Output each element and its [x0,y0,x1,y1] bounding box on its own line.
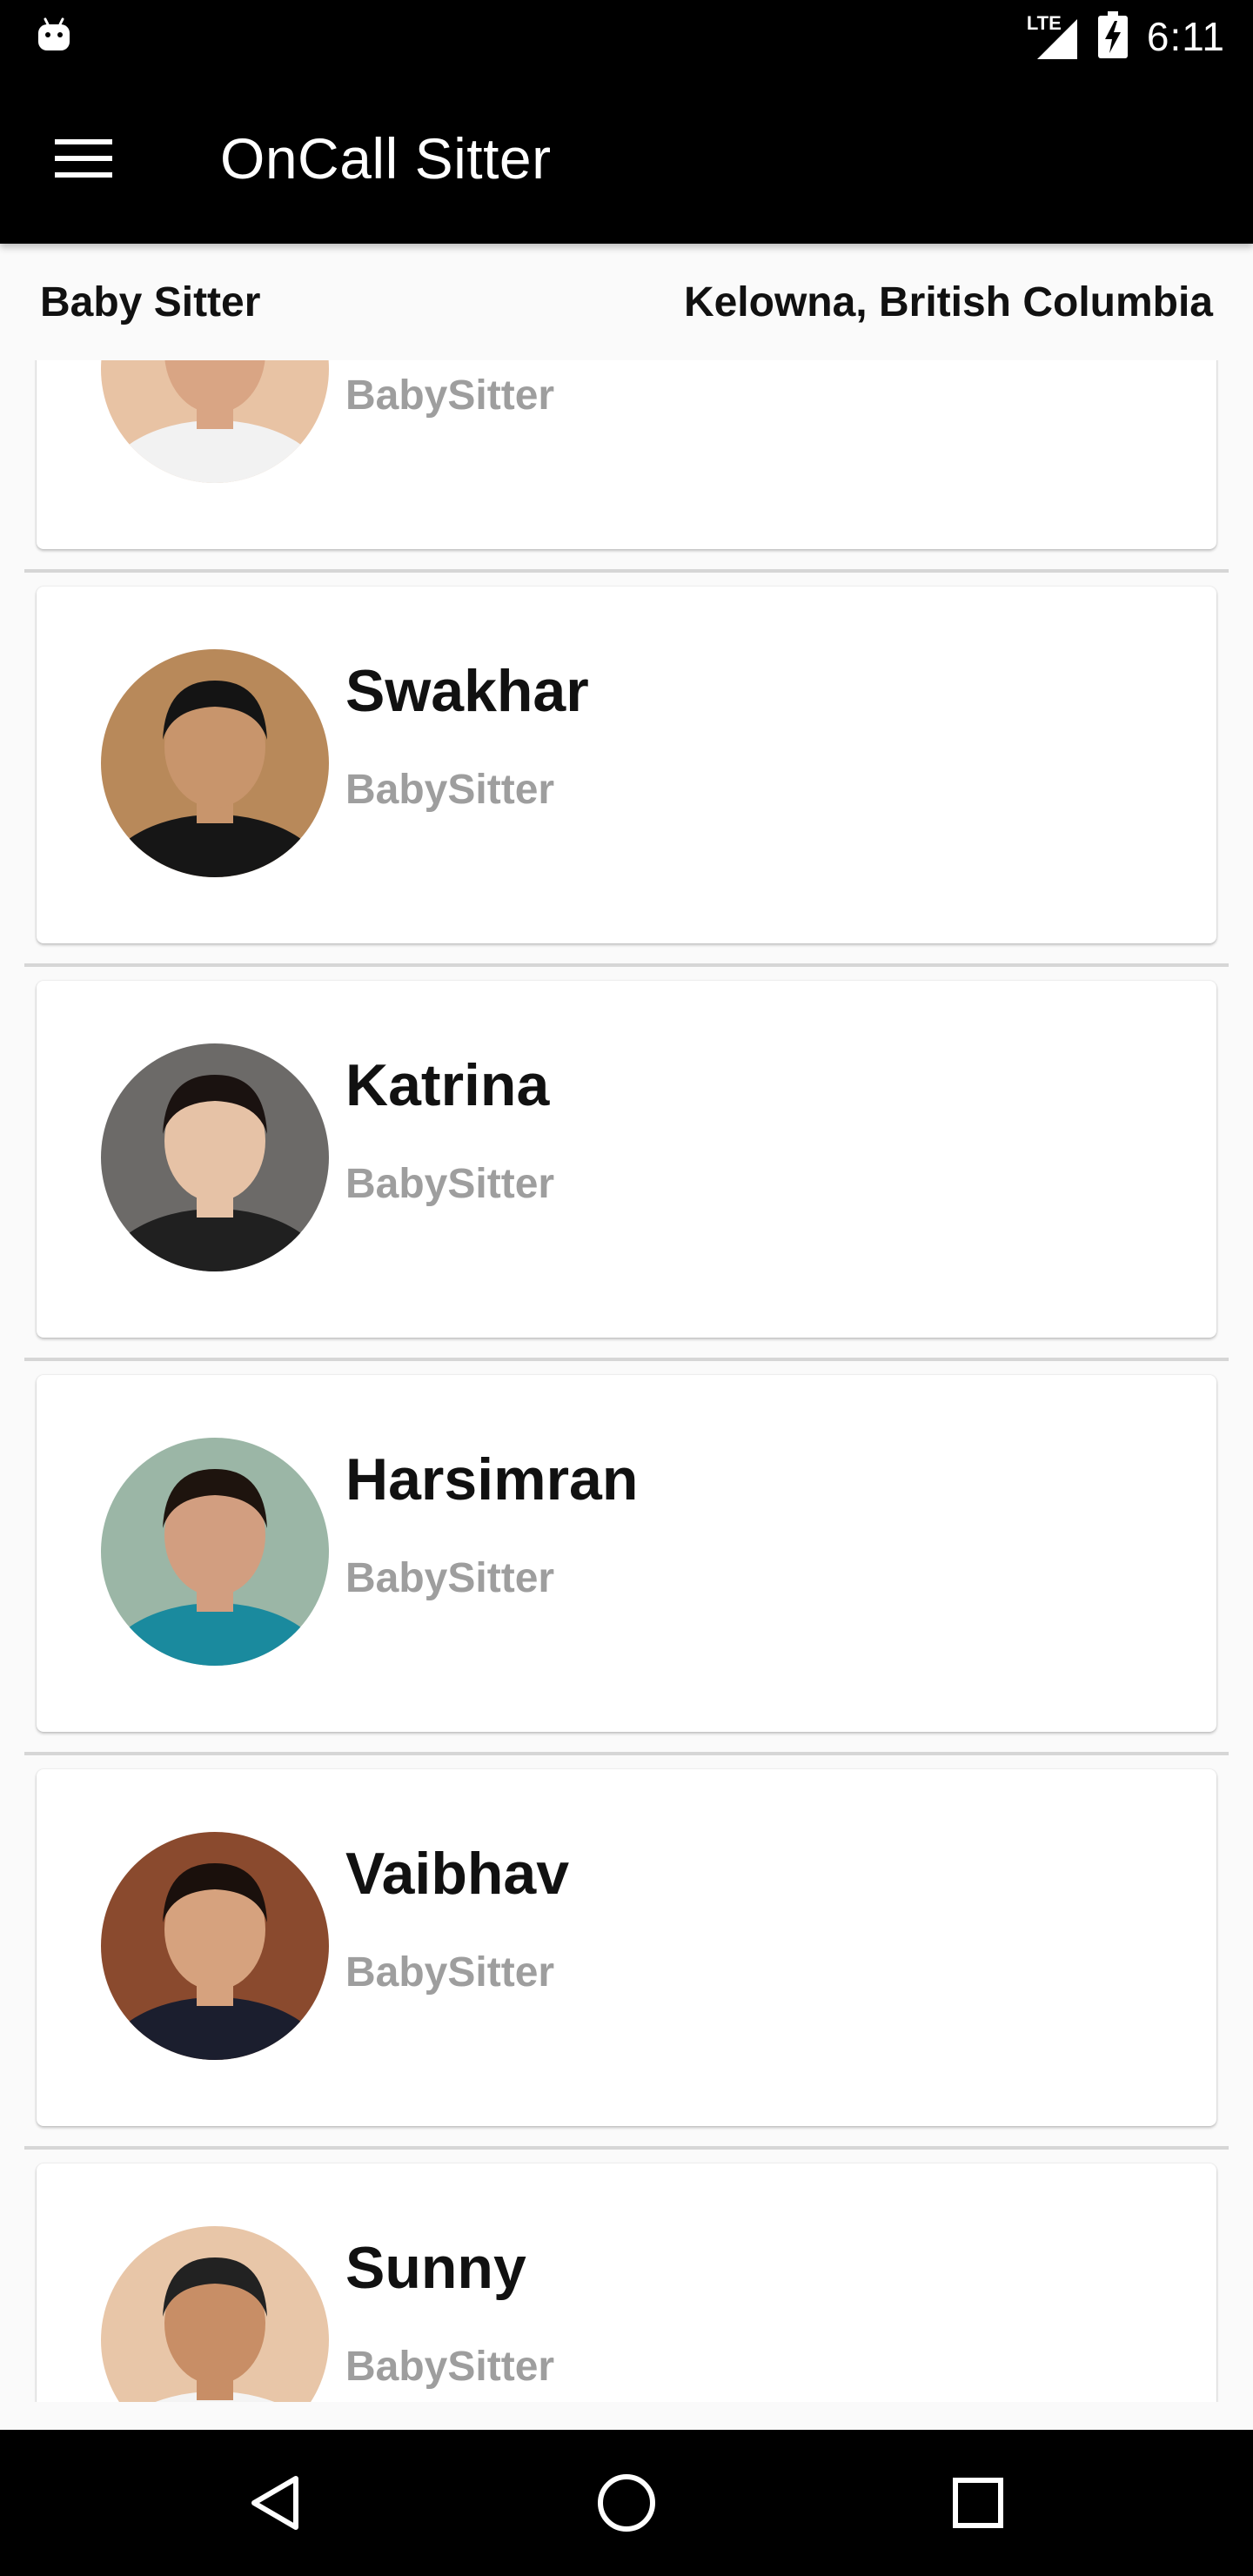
sitter-role: BabySitter [345,1161,555,1207]
sitter-card[interactable]: BabySitter [37,360,1216,549]
recents-square-icon[interactable] [929,2454,1027,2552]
status-bar: LTE 6:11 [0,0,1253,73]
list-item: Vaibhav BabySitter [0,1755,1253,2150]
app-title: OnCall Sitter [220,126,552,191]
sitter-role: BabySitter [345,2344,555,2390]
app-bar: OnCall Sitter [0,73,1253,244]
hamburger-menu-icon[interactable] [42,117,125,200]
status-time: 6:11 [1146,14,1225,59]
location-label[interactable]: Kelowna, British Columbia [684,244,1213,360]
sitter-role: BabySitter [345,767,555,813]
sitter-name: Vaibhav [345,1841,570,1907]
sitter-card[interactable]: Katrina BabySitter [37,981,1216,1338]
sitter-card[interactable]: Sunny BabySitter [37,2163,1216,2402]
sitter-card[interactable]: Vaibhav BabySitter [37,1769,1216,2126]
navigation-bar [0,2430,1253,2576]
avatar [101,360,329,483]
sitter-name: Katrina [345,1052,550,1118]
avatar [101,1438,329,1666]
sitter-name: Sunny [345,2235,526,2301]
filter-header: Baby Sitter Kelowna, British Columbia [0,244,1253,360]
sitter-list[interactable]: BabySitter Swakhar BabySitter Katrina BabySi… [0,360,1253,2402]
list-item: Swakhar BabySitter [0,573,1253,967]
sitter-role: BabySitter [345,1949,555,1996]
home-circle-icon[interactable] [578,2454,675,2552]
sitter-card[interactable]: Swakhar BabySitter [37,587,1216,943]
sitter-role: BabySitter [345,372,555,419]
list-item: Harsimran BabySitter [0,1361,1253,1755]
sitter-role: BabySitter [345,1555,555,1601]
android-notification-icon [35,16,73,54]
list-item: Sunny BabySitter [0,2150,1253,2402]
category-label[interactable]: Baby Sitter [40,244,260,360]
list-item: BabySitter [0,360,1253,573]
sitter-card[interactable]: Harsimran BabySitter [37,1375,1216,1732]
status-icons: LTE 6:11 [1027,0,1225,73]
avatar [101,649,329,877]
avatar [101,2226,329,2402]
signal-lte-icon: LTE [1027,12,1079,61]
avatar [101,1832,329,2060]
list-item: Katrina BabySitter [0,967,1253,1361]
avatar [101,1043,329,1271]
battery-charging-icon [1097,10,1128,63]
back-triangle-icon[interactable] [226,2454,324,2552]
sitter-list-content: BabySitter Swakhar BabySitter Katrina BabySi… [0,360,1253,2402]
sitter-name: Swakhar [345,658,589,724]
sitter-name: Harsimran [345,1446,639,1513]
